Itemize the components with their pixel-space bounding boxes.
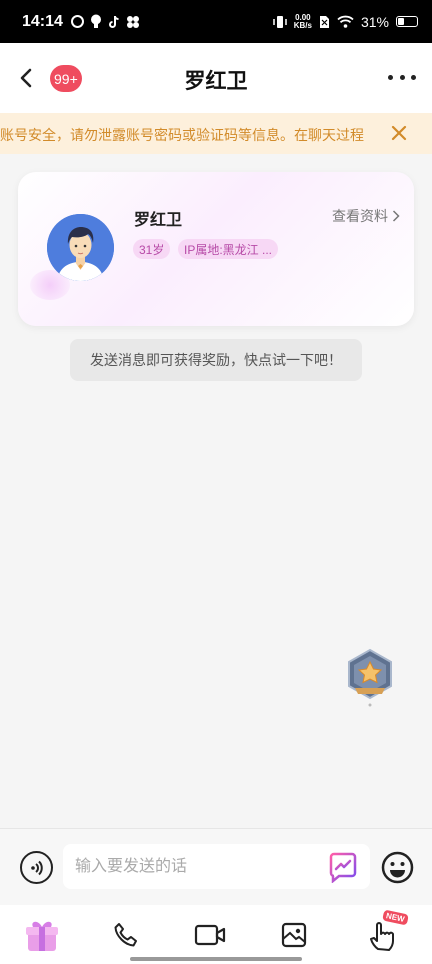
gift-icon <box>26 921 58 951</box>
emoji-button[interactable] <box>381 851 414 884</box>
network-speed: 0.00 KB/s <box>293 13 312 30</box>
voice-icon <box>30 860 43 875</box>
clover-icon <box>126 15 139 28</box>
ai-chat-icon <box>329 852 357 884</box>
vibrate-icon <box>272 15 287 28</box>
ai-chat-button[interactable] <box>327 851 359 884</box>
gift-button[interactable] <box>22 915 62 955</box>
bulb-icon <box>90 14 101 28</box>
status-bar: 14:14 0.00 KB/s 31% <box>0 0 432 43</box>
network-speed-unit: KB/s <box>293 20 312 30</box>
chevron-right-icon <box>392 210 400 222</box>
avatar-image <box>47 214 114 281</box>
level-badge[interactable] <box>345 648 395 708</box>
age-tag: 31岁 <box>133 239 171 259</box>
bottom-toolbar: NEW <box>0 905 432 964</box>
voice-button[interactable] <box>20 851 53 884</box>
battery-icon <box>396 16 418 27</box>
reward-tip: 发送消息即可获得奖励，快点试一下吧！ <box>70 339 362 381</box>
profile-name: 罗红卫 <box>134 212 183 229</box>
video-icon <box>194 924 226 946</box>
input-bar <box>0 828 432 905</box>
page-title: 罗红卫 <box>184 70 248 93</box>
avatar[interactable] <box>47 214 114 281</box>
ip-location-tag: IP属地:黑龙江 ... <box>178 239 279 259</box>
phone-icon <box>114 923 137 947</box>
notice-text: 账号安全，请勿泄露账号密码或验证码等信息。在聊天过程 <box>0 127 364 143</box>
wifi-icon <box>337 15 354 28</box>
level-badge-icon <box>348 648 392 707</box>
tiktok-icon <box>108 15 119 28</box>
battery-fill <box>398 18 404 25</box>
status-time: 14:14 <box>22 12 63 30</box>
notification-icons <box>70 14 140 29</box>
more-icon-dot <box>399 74 405 80</box>
interact-hand-icon <box>370 922 394 951</box>
profile-card[interactable]: 罗红卫 查看资料 31岁 IP属地:黑龙江 ... <box>18 172 414 326</box>
chat-header: 99+ 罗红卫 <box>0 43 432 113</box>
emoji-icon <box>381 851 414 884</box>
photo-button[interactable] <box>274 915 314 955</box>
battery-percent: 31% <box>360 13 389 30</box>
close-icon <box>391 125 407 141</box>
sim-icon <box>319 15 329 28</box>
weibo-icon <box>70 15 84 28</box>
photo-icon <box>281 922 307 948</box>
notice-close-button[interactable] <box>388 122 410 144</box>
system-icons: 0.00 KB/s 31% <box>272 13 418 30</box>
more-icon-dot <box>411 74 416 80</box>
message-input[interactable] <box>63 844 370 889</box>
more-button[interactable] <box>388 69 416 85</box>
home-indicator[interactable] <box>130 957 302 961</box>
video-call-button[interactable] <box>190 915 230 955</box>
view-profile-link[interactable]: 查看资料 <box>332 206 400 226</box>
more-icon <box>388 74 393 80</box>
view-profile-label: 查看资料 <box>332 208 388 224</box>
interact-button[interactable]: NEW <box>362 909 409 955</box>
voice-call-button[interactable] <box>106 915 146 955</box>
security-notice: 账号安全，请勿泄露账号密码或验证码等信息。在聊天过程 <box>0 113 432 154</box>
